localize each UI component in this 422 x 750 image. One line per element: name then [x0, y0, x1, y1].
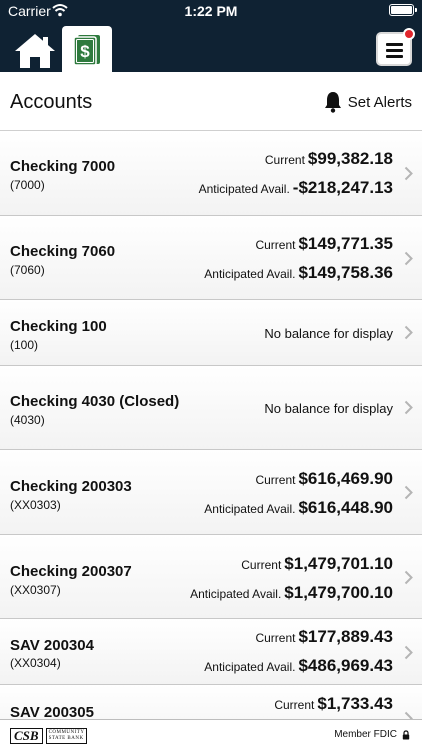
logo-initials: CSB [10, 728, 43, 744]
current-balance: Current $1,733.43 [274, 694, 393, 714]
current-value: $1,479,701.10 [284, 554, 393, 573]
current-balance: Current $177,889.43 [255, 627, 393, 647]
account-number: (7000) [10, 178, 45, 192]
current-value: $149,771.35 [298, 234, 393, 253]
home-button[interactable] [14, 33, 56, 69]
account-row[interactable]: Checking 200303 (XX0303) Current $616,46… [0, 450, 422, 535]
status-bar: Carrier 1:22 PM [0, 0, 422, 22]
member-fdic: Member FDIC [334, 729, 410, 740]
menu-bar [386, 49, 403, 52]
account-number: (7060) [10, 263, 45, 277]
page-header: Accounts Set Alerts [0, 72, 422, 131]
chevron-right-icon [404, 325, 413, 340]
account-row[interactable]: Checking 7060 (7060) Current $149,771.35… [0, 216, 422, 300]
anticipated-balance: Anticipated Avail. $616,448.90 [204, 498, 393, 518]
set-alerts-button[interactable]: Set Alerts [324, 90, 412, 114]
account-number: (100) [10, 338, 39, 352]
account-name: Checking 7060 [10, 243, 116, 260]
current-balance: Current $99,382.18 [265, 149, 393, 169]
current-label: Current [274, 698, 315, 712]
battery-icon [389, 4, 417, 16]
account-name: Checking 7000 [10, 158, 116, 175]
anticipated-balance: Anticipated Avail. -$218,247.13 [199, 178, 393, 198]
bell-icon [324, 92, 341, 113]
dollar-bill-icon: $ [73, 35, 100, 65]
chevron-right-icon [404, 251, 413, 266]
menu-bar [386, 55, 403, 58]
anticipated-label: Anticipated Avail. [204, 267, 296, 281]
current-label: Current [255, 631, 296, 645]
current-value: $177,889.43 [298, 627, 393, 646]
account-name: Checking 200307 [10, 563, 132, 580]
status-time: 1:22 PM [184, 3, 238, 19]
current-label: Current [264, 153, 305, 167]
account-row[interactable]: Checking 200307 (XX0307) Current $1,479,… [0, 535, 422, 619]
account-number: (XX0303) [10, 498, 61, 512]
chevron-right-icon [404, 485, 413, 500]
anticipated-label: Anticipated Avail. [204, 502, 296, 516]
anticipated-label: Anticipated Avail. [204, 660, 296, 674]
current-value: $99,382.18 [307, 149, 393, 168]
chevron-right-icon [404, 400, 413, 415]
anticipated-label: Anticipated Avail. [198, 182, 290, 196]
bank-logo: CSB COMMUNITY STATE BANK [10, 728, 88, 744]
logo-line-2: STATE BANK [48, 736, 84, 741]
accounts-tab[interactable]: $ [62, 26, 112, 72]
account-number: (4030) [10, 413, 45, 427]
current-label: Current [255, 473, 296, 487]
account-row[interactable]: Checking 7000 (7000) Current $99,382.18 … [0, 131, 422, 216]
anticipated-balance: Anticipated Avail. $1,479,700.10 [190, 583, 393, 603]
current-balance: Current $149,771.35 [255, 234, 393, 254]
chevron-right-icon [404, 645, 413, 660]
account-number: (XX0304) [10, 656, 61, 670]
account-name: Checking 4030 (Closed) [10, 393, 180, 410]
anticipated-value: $486,969.43 [298, 656, 393, 675]
chevron-right-icon [404, 166, 413, 181]
footer: CSB COMMUNITY STATE BANK Member FDIC [0, 719, 422, 750]
anticipated-label: Anticipated Avail. [190, 587, 282, 601]
anticipated-value: -$218,247.13 [292, 178, 393, 197]
account-name: Checking 100 [10, 318, 107, 335]
current-value: $616,469.90 [298, 469, 393, 488]
account-row[interactable]: Checking 100 (100) No balance for displa… [0, 300, 422, 366]
top-navigation-bar: Carrier 1:22 PM $ [0, 0, 422, 72]
home-icon [15, 34, 55, 68]
anticipated-balance: Anticipated Avail. $486,969.43 [204, 656, 393, 676]
lock-icon [402, 729, 410, 739]
account-name: SAV 200304 [10, 637, 94, 654]
current-balance: Current $616,469.90 [255, 469, 393, 489]
no-balance-text: No balance for display [264, 401, 393, 416]
account-row[interactable]: Checking 4030 (Closed) (4030) No balance… [0, 366, 422, 450]
current-label: Current [241, 558, 282, 572]
no-balance-text: No balance for display [264, 326, 393, 341]
anticipated-value: $149,758.36 [298, 263, 393, 282]
current-value: $1,733.43 [317, 694, 393, 713]
logo-wordmark: COMMUNITY STATE BANK [45, 728, 88, 744]
page-title: Accounts [10, 91, 93, 113]
menu-bar [386, 43, 403, 46]
anticipated-value: $1,479,700.10 [284, 583, 393, 602]
member-fdic-label: Member FDIC [334, 729, 397, 740]
current-balance: Current $1,479,701.10 [241, 554, 393, 574]
account-row[interactable]: SAV 200304 (XX0304) Current $177,889.43 … [0, 619, 422, 685]
anticipated-balance: Anticipated Avail. $149,758.36 [204, 263, 393, 283]
menu-button[interactable] [376, 28, 415, 66]
anticipated-value: $616,448.90 [298, 498, 393, 517]
account-name: Checking 200303 [10, 478, 132, 495]
svg-text:$: $ [80, 42, 90, 61]
notification-badge [403, 28, 415, 40]
account-number: (XX0307) [10, 583, 61, 597]
current-label: Current [255, 238, 296, 252]
set-alerts-label: Set Alerts [347, 93, 412, 111]
chevron-right-icon [404, 570, 413, 585]
